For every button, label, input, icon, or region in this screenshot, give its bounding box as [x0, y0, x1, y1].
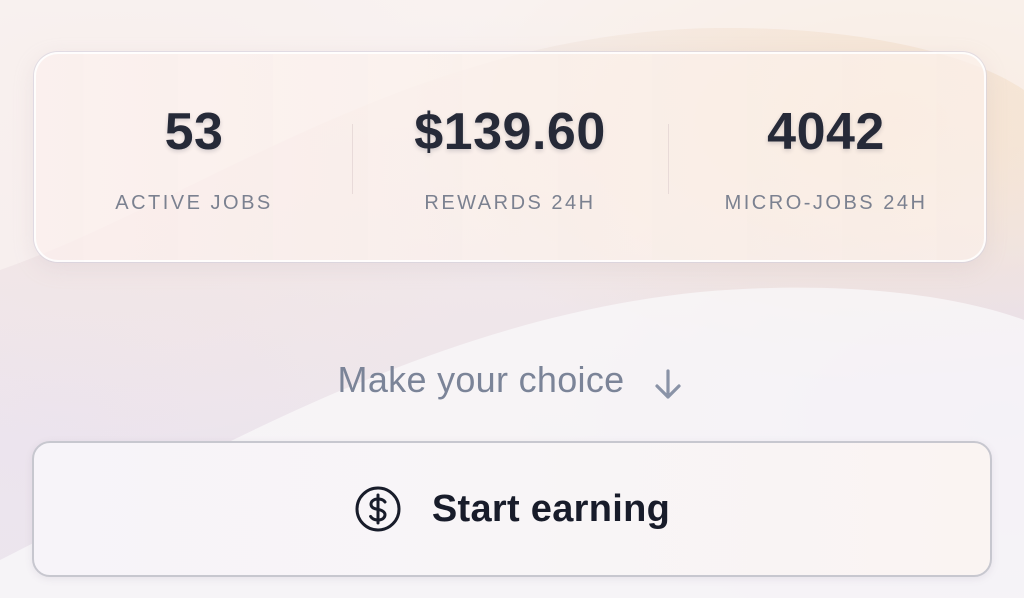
make-your-choice-prompt: Make your choice — [0, 356, 1024, 404]
stat-rewards-24h: $139.60 REWARDS 24H — [352, 54, 668, 260]
stat-value: $139.60 — [414, 103, 606, 161]
start-earning-label: Start earning — [431, 487, 671, 530]
stat-active-jobs: 53 ACTIVE JOBS — [36, 54, 352, 260]
stat-value: 53 — [164, 103, 224, 161]
stats-card: 53 ACTIVE JOBS $139.60 REWARDS 24H 4042 … — [34, 52, 986, 262]
stat-label: MICRO-JOBS 24H — [724, 192, 928, 214]
start-earning-button[interactable]: Start earning — [32, 441, 992, 577]
arrow-down-icon — [655, 369, 682, 399]
stat-micro-jobs-24h: 4042 MICRO-JOBS 24H — [668, 54, 984, 260]
stat-label: ACTIVE JOBS — [115, 192, 273, 214]
dollar-circle-icon — [355, 486, 401, 532]
choice-text: Make your choice — [337, 359, 625, 400]
stat-value: 4042 — [767, 103, 885, 161]
stat-label: REWARDS 24H — [424, 192, 596, 214]
